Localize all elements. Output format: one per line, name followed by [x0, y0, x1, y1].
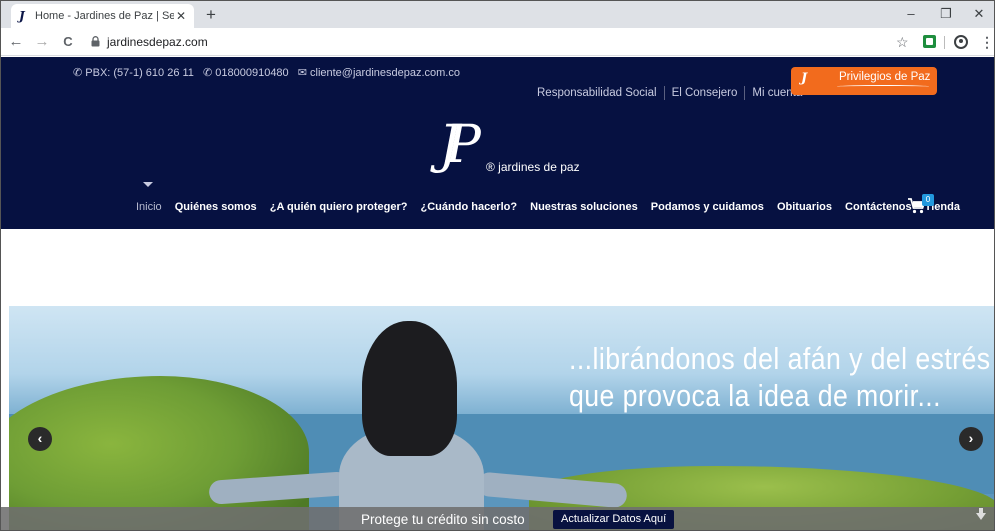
top-links: Responsabilidad Social El Consejero Mi cue…: [537, 86, 802, 100]
menu-item-quienes-somos[interactable]: Quiénes somos: [175, 201, 257, 213]
reload-button[interactable]: C: [59, 33, 77, 51]
scroll-down-icon[interactable]: [976, 508, 986, 520]
logo-mark-icon: JP: [439, 115, 481, 175]
privileges-swoosh: [837, 85, 929, 88]
link-responsabilidad-social[interactable]: Responsabilidad Social: [537, 87, 657, 99]
lock-icon: [91, 36, 100, 47]
browser-tab[interactable]: J Home - Jardines de Paz | Servicio ✕: [11, 4, 194, 28]
favicon-icon: J: [19, 9, 25, 23]
url-input[interactable]: jardinesdepaz.com: [107, 35, 208, 49]
menu-item-cuando-hacerlo[interactable]: ¿Cuándo hacerlo?: [421, 201, 518, 213]
site-header: ✆ PBX: (57-1) 610 26 11 ✆ 018000910480 ✉…: [1, 57, 994, 229]
hero-quote-line-2: que provoca la idea de morir...: [569, 378, 941, 413]
privileges-label: Privilegios de Paz: [839, 71, 931, 83]
logo-text: ® jardines de paz: [486, 160, 580, 174]
browser-window: J Home - Jardines de Paz | Servicio ✕ + …: [0, 0, 995, 531]
promo-text: Protege tu crédito sin costo: [361, 512, 525, 527]
extension-icon[interactable]: [923, 35, 936, 48]
new-tab-button[interactable]: +: [201, 5, 221, 25]
minimize-button[interactable]: –: [901, 5, 921, 23]
close-window-button[interactable]: ✕: [969, 5, 989, 23]
address-toolbar: ← → C jardinesdepaz.com ☆ ⋮: [1, 28, 994, 56]
slider-next-icon[interactable]: ›: [959, 427, 983, 451]
hero-slider: ...librándonos del afán y del estrés que…: [9, 306, 994, 530]
main-menu: Inicio Quiénes somos ¿A quién quiero pro…: [136, 201, 970, 213]
tab-close-icon[interactable]: ✕: [174, 9, 188, 23]
browser-menu-icon[interactable]: ⋮: [980, 33, 994, 51]
profile-icon[interactable]: [954, 35, 968, 49]
hero-quote: ...librándonos del afán y del estrés que…: [569, 340, 991, 414]
hero-quote-line-1: ...librándonos del afán y del estrés: [569, 341, 991, 376]
site-logo[interactable]: JP ® jardines de paz: [439, 116, 589, 177]
contact-info: ✆ PBX: (57-1) 610 26 11 ✆ 018000910480 ✉…: [73, 66, 466, 79]
menu-item-a-quien-proteger[interactable]: ¿A quién quiero proteger?: [270, 201, 408, 213]
forward-button[interactable]: →: [33, 33, 51, 51]
hero-person-hair: [362, 321, 457, 456]
slider-prev-icon[interactable]: ‹: [28, 427, 52, 451]
menu-item-podamos-cuidamos[interactable]: Podamos y cuidamos: [651, 201, 764, 213]
promo-bar: Protege tu crédito sin costo Actualizar …: [1, 507, 994, 530]
divider: [744, 86, 746, 100]
pbx-phone[interactable]: ✆ PBX: (57-1) 610 26 11: [73, 67, 194, 79]
menu-item-contactenos[interactable]: Contáctenos: [845, 201, 912, 213]
toolbar-divider: [944, 36, 945, 49]
back-button[interactable]: ←: [7, 33, 25, 51]
cart-count-badge: 0: [922, 194, 934, 206]
tab-bar: J Home - Jardines de Paz | Servicio ✕ + …: [1, 1, 994, 28]
menu-item-obituarios[interactable]: Obituarios: [777, 201, 832, 213]
divider: [663, 86, 665, 100]
link-el-consejero[interactable]: El Consejero: [672, 87, 738, 99]
contact-email[interactable]: ✉ cliente@jardinesdepaz.com.co: [298, 67, 460, 79]
toll-free-phone[interactable]: ✆ 018000910480: [203, 67, 289, 79]
update-data-button[interactable]: Actualizar Datos Aquí: [553, 510, 675, 529]
privileges-button[interactable]: J Privilegios de Paz: [791, 67, 937, 95]
privileges-logo-icon: J: [801, 71, 808, 86]
menu-caret-icon: [143, 182, 153, 187]
menu-item-inicio[interactable]: Inicio: [136, 201, 162, 213]
restore-button[interactable]: ❐: [936, 5, 956, 23]
menu-item-nuestras-soluciones[interactable]: Nuestras soluciones: [530, 201, 638, 213]
star-icon[interactable]: ☆: [896, 33, 909, 51]
tab-title: Home - Jardines de Paz | Servicio: [35, 10, 174, 22]
